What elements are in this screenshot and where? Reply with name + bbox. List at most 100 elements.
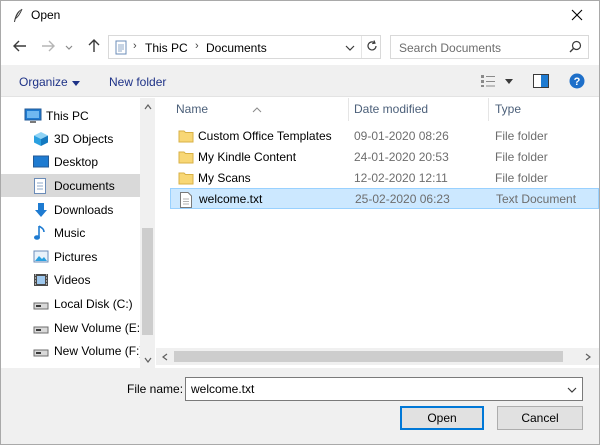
- search-placeholder: Search Documents: [399, 41, 502, 55]
- 3d-objects-icon: [33, 131, 49, 147]
- sidebar-item-new-volume-f[interactable]: New Volume (F:): [1, 339, 144, 362]
- sidebar-item-local-disk-c[interactable]: Local Disk (C:): [1, 292, 140, 315]
- sidebar-item-new-volume-e[interactable]: New Volume (E:): [1, 316, 144, 339]
- sidebar-item-videos[interactable]: Videos: [1, 268, 140, 291]
- help-button[interactable]: ?: [569, 73, 585, 92]
- drive-icon: [33, 296, 49, 312]
- file-name: My Scans: [198, 171, 251, 185]
- breadcrumb-this-pc[interactable]: This PC: [145, 41, 188, 55]
- nav-vertical-scrollbar[interactable]: [140, 98, 155, 368]
- sidebar-item-this-pc[interactable]: This PC: [1, 104, 140, 127]
- up-button[interactable]: [83, 36, 105, 58]
- drive-icon: [33, 343, 49, 359]
- file-name: My Kindle Content: [198, 150, 297, 164]
- sidebar-item-label: Downloads: [54, 203, 114, 217]
- cancel-button[interactable]: Cancel: [497, 406, 583, 430]
- sidebar-item-label: Music: [54, 226, 86, 240]
- refresh-icon: [366, 39, 378, 55]
- file-row[interactable]: Custom Office Templates 09-01-2020 08:26 F…: [170, 126, 599, 147]
- folder-icon: [178, 129, 194, 143]
- preview-pane-icon: [533, 74, 549, 91]
- file-row[interactable]: welcome.txt 25-02-2020 06:23 Text Document: [170, 188, 599, 209]
- file-type: File folder: [495, 171, 548, 185]
- breadcrumb-separator-icon: ›: [133, 40, 137, 52]
- address-bar[interactable]: › This PC › Documents: [108, 35, 381, 59]
- column-header-date[interactable]: Date modified: [349, 98, 488, 121]
- file-row[interactable]: My Scans 12-02-2020 12:11 File folder: [170, 168, 599, 189]
- open-button[interactable]: Open: [400, 406, 484, 430]
- recent-locations-button[interactable]: [62, 36, 76, 58]
- column-header-name[interactable]: Name: [156, 98, 348, 121]
- sidebar-item-label: 3D Objects: [54, 132, 114, 146]
- scroll-thumb[interactable]: [174, 351, 563, 362]
- folder-icon: [178, 150, 194, 164]
- new-folder-button[interactable]: New folder: [109, 75, 166, 89]
- sidebar-item-label: New Volume (F:): [54, 344, 144, 358]
- chevron-left-icon: [162, 350, 168, 364]
- help-icon: ?: [569, 73, 585, 92]
- back-arrow-icon: [13, 40, 27, 55]
- back-button[interactable]: [9, 36, 31, 58]
- sidebar-item-downloads[interactable]: Downloads: [1, 198, 140, 221]
- change-view-button[interactable]: [480, 74, 514, 91]
- search-box[interactable]: Search Documents: [390, 35, 589, 59]
- refresh-button[interactable]: [361, 36, 381, 58]
- chevron-down-icon: [345, 40, 355, 54]
- chevron-right-icon: [585, 350, 591, 364]
- navigation-pane: This PC 3D Objects Desktop Documents Downloa…: [1, 98, 155, 368]
- sidebar-item-music[interactable]: Music: [1, 221, 140, 244]
- details-view-icon: [480, 75, 514, 91]
- svg-text:?: ?: [574, 76, 581, 88]
- sidebar-item-label: Videos: [54, 273, 91, 287]
- chevron-down-icon: [65, 40, 73, 54]
- close-button[interactable]: [555, 1, 599, 31]
- file-date-modified: 09-01-2020 08:26: [354, 129, 449, 143]
- preview-pane-button[interactable]: [533, 74, 549, 91]
- column-header-type[interactable]: Type: [489, 98, 599, 121]
- search-icon: [569, 40, 582, 56]
- file-name-input[interactable]: welcome.txt: [191, 382, 254, 396]
- sidebar-item-pictures[interactable]: Pictures: [1, 245, 140, 268]
- sidebar-item-desktop[interactable]: Desktop: [1, 150, 140, 173]
- file-date-modified: 12-02-2020 12:11: [354, 171, 448, 185]
- file-name-dropdown-button[interactable]: [564, 380, 580, 398]
- up-arrow-icon: [88, 38, 100, 56]
- scroll-down-button[interactable]: [142, 353, 153, 365]
- organize-button[interactable]: Organize: [19, 75, 68, 89]
- feather-icon: [11, 8, 25, 24]
- drive-icon: [33, 320, 49, 336]
- forward-arrow-icon: [41, 40, 55, 55]
- scroll-up-button[interactable]: [142, 100, 153, 112]
- scroll-left-button[interactable]: [158, 350, 172, 363]
- file-type: File folder: [495, 129, 548, 143]
- file-name-combobox[interactable]: welcome.txt: [185, 377, 583, 401]
- chevron-down-icon: [144, 352, 152, 366]
- pictures-icon: [33, 249, 49, 265]
- breadcrumb-documents[interactable]: Documents: [206, 41, 267, 55]
- pc-icon: [24, 108, 42, 124]
- chevron-down-icon: [567, 382, 577, 396]
- column-type-label: Type: [495, 102, 522, 116]
- file-list-horizontal-scrollbar[interactable]: [156, 348, 599, 365]
- command-bar: Organize New folder ?: [1, 65, 599, 97]
- music-icon: [33, 225, 49, 241]
- column-name-label: Name: [176, 102, 209, 116]
- sidebar-item-label: Local Disk (C:): [54, 297, 133, 311]
- sort-ascending-icon: [252, 102, 262, 116]
- scroll-thumb[interactable]: [142, 228, 153, 335]
- file-list: Name Date modified Type Custom Office Te…: [156, 98, 599, 368]
- sidebar-item-3d-objects[interactable]: 3D Objects: [1, 127, 140, 150]
- open-dialog: Open › This PC › Documents Search Docume…: [0, 0, 600, 445]
- title-bar[interactable]: Open: [1, 1, 599, 31]
- file-row[interactable]: My Kindle Content 24-01-2020 20:53 File fo…: [170, 147, 599, 168]
- sidebar-item-label: Documents: [54, 179, 115, 193]
- navigation-row: › This PC › Documents Search Documents: [1, 34, 599, 62]
- forward-button[interactable]: [37, 36, 59, 58]
- file-name: Custom Office Templates: [198, 129, 332, 143]
- sidebar-item-documents[interactable]: Documents: [1, 174, 140, 197]
- address-dropdown-button[interactable]: [341, 36, 359, 58]
- desktop-icon: [33, 154, 49, 170]
- file-type: Text Document: [496, 192, 577, 206]
- scroll-right-button[interactable]: [581, 350, 595, 363]
- close-icon: [571, 9, 583, 24]
